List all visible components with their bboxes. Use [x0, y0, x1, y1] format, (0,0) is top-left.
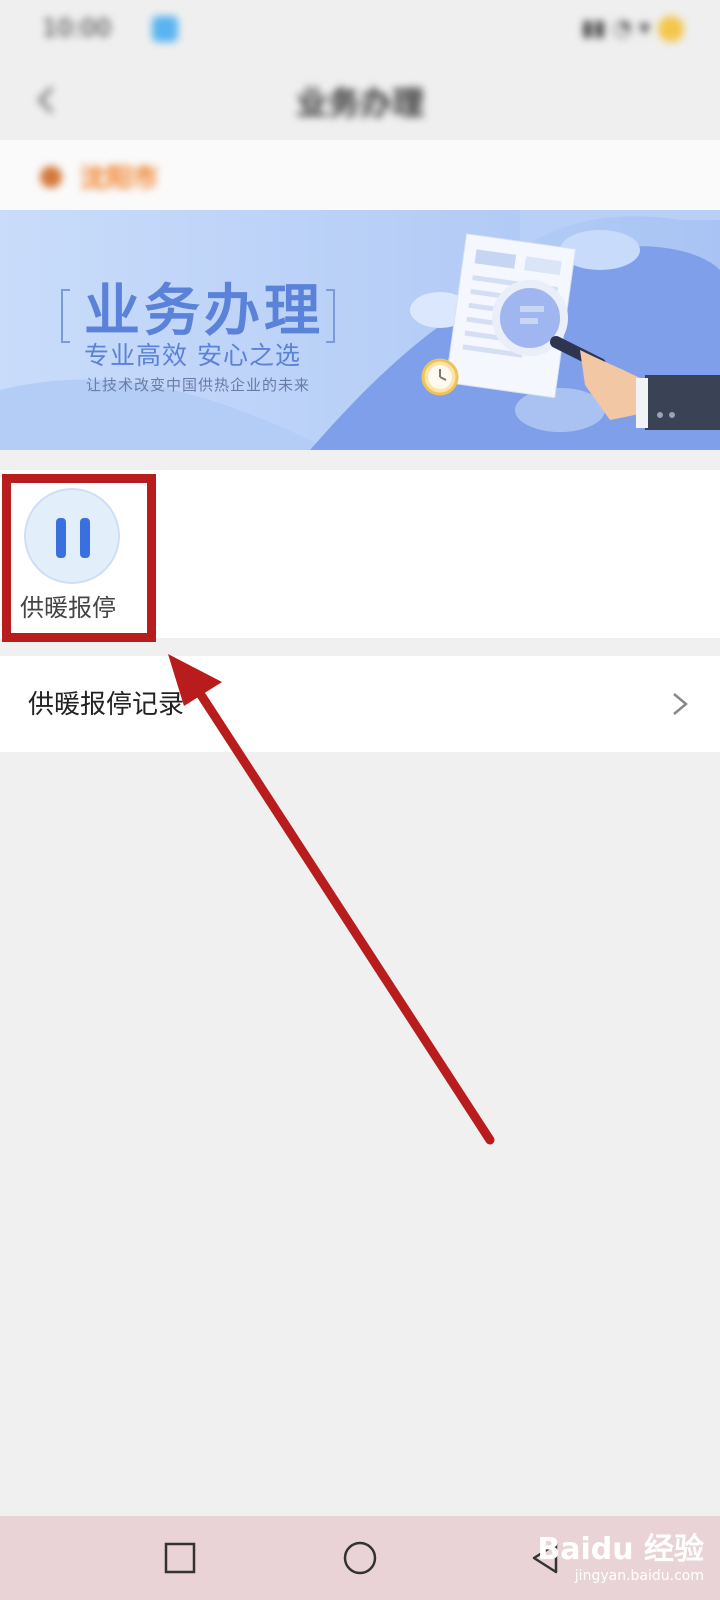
battery-icon: [658, 16, 684, 42]
title-bar: 业务办理: [0, 60, 720, 140]
watermark-logo: Baidu 经验: [537, 1532, 704, 1567]
page-title: 业务办理: [295, 84, 424, 122]
notification-icon: [152, 16, 178, 42]
watermark: Baidu 经验 jingyan.baidu.com: [537, 1524, 704, 1584]
location-name: 沈阳市: [80, 164, 159, 194]
highlight-annotation: [2, 474, 156, 642]
status-time: 10:00: [42, 14, 112, 42]
suspension-records-label: 供暖报停记录: [28, 690, 185, 720]
banner-subtitle: 专业高效 安心之选: [84, 341, 301, 370]
recent-apps-icon[interactable]: [158, 1536, 202, 1580]
banner-title: 业务办理: [84, 279, 324, 344]
status-bar: 10:00 ▮▮ ◔ ▾: [0, 0, 720, 60]
location-bar[interactable]: 沈阳市: [0, 140, 720, 210]
chevron-right-icon: [673, 693, 688, 715]
suspension-records-row[interactable]: 供暖报停记录: [0, 656, 720, 752]
home-icon[interactable]: [338, 1536, 382, 1580]
location-icon: [40, 166, 62, 188]
navigation-bar: Baidu 经验 jingyan.baidu.com: [0, 1516, 720, 1600]
banner: 业务办理 专业高效 安心之选 让技术改变中国供热企业的未来: [0, 210, 720, 450]
signal-icon: ▮▮ ◔ ▾: [581, 16, 650, 41]
banner-tagline: 让技术改变中国供热企业的未来: [86, 376, 311, 394]
watermark-url: jingyan.baidu.com: [574, 1568, 704, 1584]
